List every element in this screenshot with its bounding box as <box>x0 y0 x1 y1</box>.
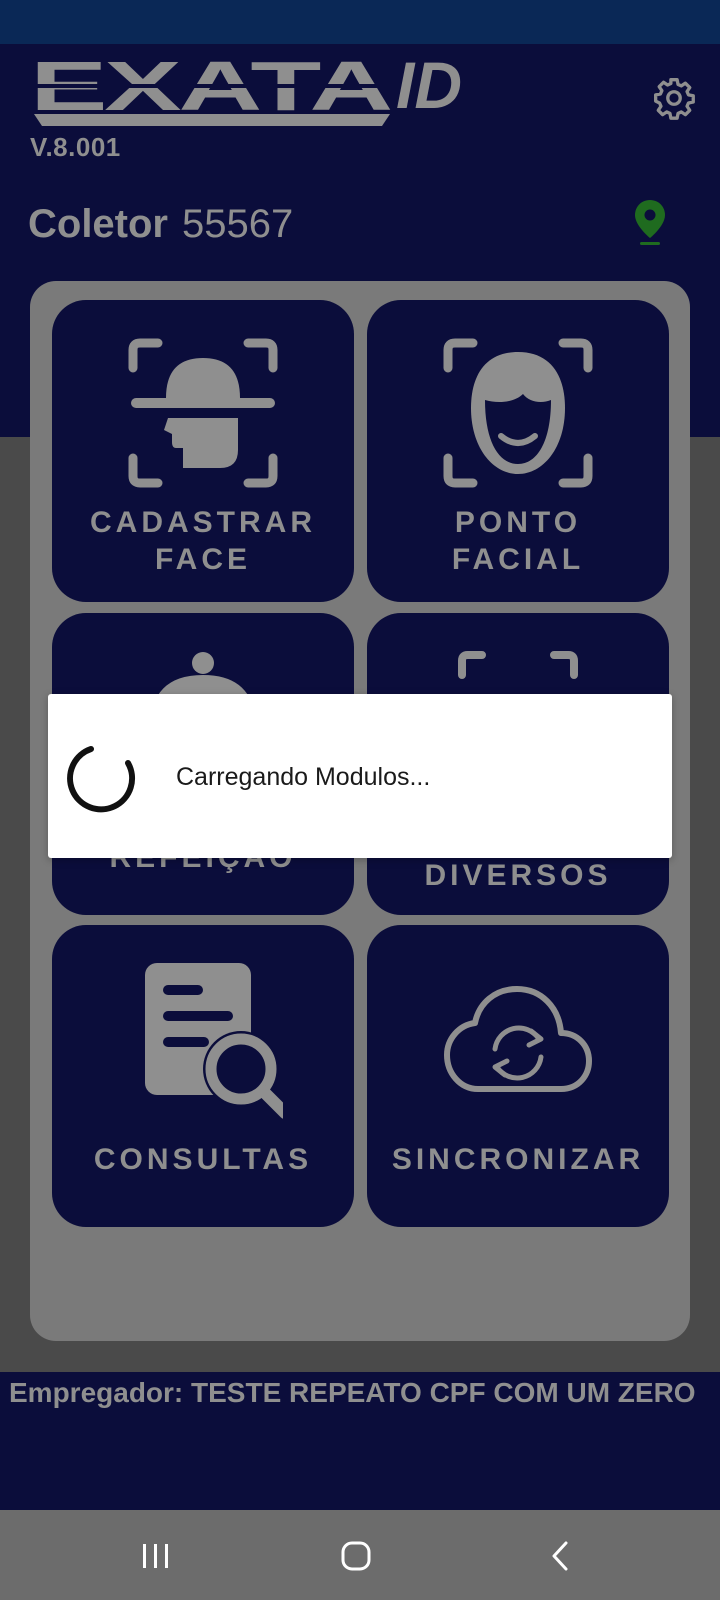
tile-cadastrar-face[interactable]: CADASTRAR FACE <box>52 300 354 602</box>
back-button[interactable] <box>530 1526 590 1586</box>
logo-suffix: ID <box>396 54 462 122</box>
app-version: V.8.001 <box>30 132 121 162</box>
tile-consultas[interactable]: CONSULTAS <box>52 925 354 1227</box>
loading-dialog: Carregando Modulos... <box>48 694 672 858</box>
document-search-icon <box>145 963 283 1119</box>
face-punch-icon <box>443 338 593 488</box>
gear-icon[interactable] <box>652 76 696 120</box>
back-icon <box>552 1541 568 1571</box>
cloud-sync-icon <box>444 986 592 1092</box>
tile-label: FACE <box>154 543 251 576</box>
collector-number: 55567 <box>182 202 294 246</box>
tile-label: SINCRONIZAR <box>391 1143 645 1176</box>
collector-label: Coletor <box>28 202 168 246</box>
tile-label: PONTO <box>454 506 582 539</box>
home-icon <box>341 1541 371 1571</box>
tile-label: CONSULTAS <box>93 1143 313 1176</box>
recent-apps-button[interactable] <box>126 1526 186 1586</box>
exata-id-logo: EXATA ID <box>30 54 462 126</box>
employer-label: Empregador: TESTE REPEATO CPF COM UM ZER… <box>9 1377 696 1408</box>
status-bar <box>0 0 720 44</box>
recent-apps-icon <box>143 1544 168 1568</box>
tile-label: FACIAL <box>451 543 585 576</box>
location-pin-icon[interactable] <box>632 198 668 248</box>
tile-label: CADASTRAR <box>90 506 316 539</box>
tile-sincronizar[interactable]: SINCRONIZAR <box>367 925 669 1227</box>
collector-info: Coletor 55567 <box>28 200 293 248</box>
loading-message: Carregando Modulos... <box>176 763 431 791</box>
face-register-icon <box>128 338 278 488</box>
home-button[interactable] <box>326 1526 386 1586</box>
tile-ponto-facial[interactable]: PONTO FACIAL <box>367 300 669 602</box>
tile-label: DIVERSOS <box>424 859 612 892</box>
loading-spinner-icon <box>67 746 135 813</box>
system-navigation-bar <box>0 1510 720 1600</box>
